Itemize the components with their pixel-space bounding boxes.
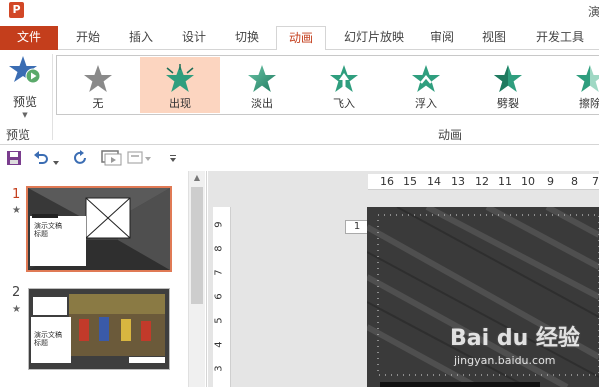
ruler-tick-label: 7 [592, 175, 599, 188]
effect-fade[interactable]: 淡出 [222, 57, 302, 113]
preview-button[interactable]: 预览 ▼ [4, 54, 46, 124]
group-label-animation: 动画 [438, 128, 463, 142]
effect-split[interactable]: 劈裂 [468, 57, 548, 113]
ruler-tick-label: 6 [213, 293, 225, 300]
star-floatin-green-icon [412, 65, 440, 92]
star-flyin-green-icon [330, 65, 358, 92]
tab-transitions[interactable]: 切换 [227, 26, 267, 50]
thumbnail-scrollbar[interactable]: ▲ [188, 171, 205, 387]
animation-gallery: 无 出现 淡出 飞入 浮入 劈裂 擦除 [56, 55, 599, 115]
ruler-tick-label: 10 [521, 175, 535, 188]
watermark-url: jingyan.baidu.com [454, 354, 556, 367]
powerpoint-logo-icon: P [9, 2, 24, 18]
effect-label: 劈裂 [497, 97, 519, 110]
ruler-tick-label: 9 [547, 175, 554, 188]
chevron-down-icon: ▼ [22, 111, 28, 119]
quick-access-toolbar [0, 146, 599, 170]
group-label-preview: 预览 [6, 128, 31, 142]
ruler-tick-label: 7 [213, 269, 225, 276]
tab-design[interactable]: 设计 [174, 26, 214, 50]
effect-label: 出现 [169, 97, 191, 110]
star-green-icon [248, 65, 276, 92]
ruler-tick-label: 13 [451, 175, 465, 188]
effect-label: 淡出 [251, 97, 273, 110]
preview-label: 预览 [12, 95, 37, 109]
tab-review[interactable]: 审阅 [422, 26, 462, 50]
effect-label: 浮入 [415, 97, 437, 110]
ruler-tick-label: 14 [427, 175, 441, 188]
ribbon-tabs: 文件 开始 插入 设计 切换 动画 幻灯片放映 审阅 视图 开发工具 [0, 26, 599, 51]
ruler-tick-label: 16 [380, 175, 394, 188]
effect-label: 无 [92, 97, 104, 110]
horizontal-ruler: 16 15 14 13 12 11 10 9 8 7 [368, 174, 599, 190]
customize-icon[interactable] [168, 149, 178, 167]
slide-title-text: 演示文稿 标题 [34, 331, 62, 347]
ruler-tick-label: 8 [571, 175, 578, 188]
slide-footer-bar [380, 382, 540, 387]
undo-icon[interactable] [33, 149, 49, 167]
scrollbar-thumb[interactable] [191, 187, 203, 304]
slide-number: 1 [12, 187, 21, 202]
group-divider [52, 54, 53, 140]
star-burst-green-icon [166, 64, 194, 92]
ruler-tick-label: 15 [403, 175, 417, 188]
animation-order-badge[interactable]: 1 [345, 220, 369, 234]
ruler-tick-label: 4 [213, 341, 225, 348]
ribbon: 预览 ▼ 预览 无 出现 淡出 飞入 浮入 劈裂 擦除 动画 [0, 50, 599, 145]
save-icon[interactable] [6, 149, 22, 167]
star-gray-icon [84, 65, 112, 92]
redo-icon[interactable] [73, 149, 89, 167]
new-slide-icon[interactable] [127, 149, 153, 167]
slide-number: 2 [12, 285, 21, 300]
slideshow-icon[interactable] [101, 149, 123, 167]
effect-wipe[interactable]: 擦除 [550, 57, 599, 113]
ruler-tick-label: 5 [213, 317, 225, 324]
star-wipe-green-icon [576, 65, 599, 92]
ruler-tick-label: 12 [475, 175, 489, 188]
tab-view[interactable]: 视图 [474, 26, 514, 50]
slide-thumbnail-image [29, 289, 169, 369]
slide-title-text: 演示文稿 标题 [34, 222, 62, 238]
preview-star-icon [9, 56, 41, 84]
baidu-watermark: Bai du 经验 jingyan.baidu.com [440, 320, 590, 380]
ruler-tick-label: 11 [498, 175, 512, 188]
effect-appear[interactable]: 出现 [140, 57, 220, 113]
tab-developer[interactable]: 开发工具 [528, 26, 592, 50]
tab-insert[interactable]: 插入 [121, 26, 161, 50]
animation-star-icon: ★ [12, 205, 21, 216]
slide-thumbnail-1[interactable]: 演示文稿 标题 [26, 186, 172, 272]
ruler-tick-label: 3 [213, 365, 225, 372]
watermark-text: Bai du 经验 [450, 326, 580, 351]
slide-thumbnail-2[interactable]: 演示文稿 标题 [28, 288, 170, 370]
scroll-up-icon[interactable]: ▲ [189, 171, 205, 185]
undo-dropdown-icon[interactable] [52, 154, 60, 172]
ruler-tick-label: 9 [213, 221, 225, 228]
title-bar: P 演 [0, 0, 599, 26]
effect-label: 飞入 [333, 97, 355, 110]
animation-star-icon: ★ [12, 304, 21, 315]
tab-home[interactable]: 开始 [68, 26, 108, 50]
star-split-green-icon [494, 65, 522, 92]
slide-thumbnails-pane: 1 ★ 演示文稿 标题 2 ★ 演示文稿 标题 ▲ [0, 171, 207, 387]
ruler-tick-label: 8 [213, 245, 225, 252]
effect-float-in[interactable]: 浮入 [386, 57, 466, 113]
vertical-ruler: 9 8 7 6 5 4 3 [213, 207, 231, 387]
effect-fly-in[interactable]: 飞入 [304, 57, 384, 113]
effect-none[interactable]: 无 [58, 57, 138, 113]
effect-label: 擦除 [579, 97, 599, 110]
window-title: 演 [588, 5, 599, 19]
tab-slideshow[interactable]: 幻灯片放映 [334, 26, 414, 50]
tab-animations[interactable]: 动画 [276, 26, 326, 51]
tab-file[interactable]: 文件 [0, 26, 58, 50]
